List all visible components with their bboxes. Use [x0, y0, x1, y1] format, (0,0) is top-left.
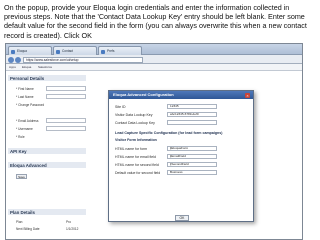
bookmark-item[interactable]: Apps: [9, 65, 16, 70]
tab-favicon-icon: [11, 49, 15, 54]
personal-details-heading: Personal Details: [10, 76, 45, 81]
plan-row-value: 1/1/2012: [66, 227, 79, 231]
address-bar: https://www.salesforce.com/ui/setup: [6, 55, 302, 64]
username-field[interactable]: [46, 126, 86, 131]
tab-label: Contact: [62, 49, 73, 53]
tab-favicon-icon: [101, 49, 105, 54]
form-name-input[interactable]: ljEloquaForm: [167, 146, 217, 151]
browser-tab-3[interactable]: Prefs: [98, 46, 142, 55]
plan-row-label: Plan: [16, 220, 23, 224]
first-name-field[interactable]: [46, 86, 86, 91]
visitor-info-heading: Visitor Form Information: [115, 138, 157, 142]
tab-label: Prefs: [107, 49, 115, 53]
api-key-heading: API Key: [10, 149, 27, 154]
url-input[interactable]: https://www.salesforce.com/ui/setup: [23, 56, 143, 63]
plan-row-label: Next Billing Date: [16, 227, 40, 231]
field-label: * Role: [16, 135, 25, 139]
email-field-name-label: HTML name for email field: [115, 155, 156, 159]
plan-row: Plan Pro: [16, 220, 71, 224]
visitor-key-input[interactable]: abc12345-6789-def0: [167, 112, 217, 117]
save-button[interactable]: Save: [16, 174, 27, 179]
field-label: * Last Name: [16, 95, 34, 99]
site-id-input[interactable]: 12345: [167, 104, 217, 109]
screenshot-frame: Eloqua Contact Prefs https://www.salesfo…: [5, 43, 303, 240]
bookmark-item[interactable]: Eloqua: [22, 65, 31, 70]
lead-capture-heading: Lead Capture Specific Configuration (for…: [115, 131, 223, 135]
form-name-label: HTML name for form: [115, 147, 148, 151]
second-field-name-input[interactable]: ljSecondField: [167, 162, 217, 167]
dialog-title: Eloqua Advanced Configuration: [113, 92, 174, 97]
tab-favicon-icon: [56, 49, 60, 54]
field-label: * Email Address: [16, 119, 39, 123]
email-field[interactable]: [46, 118, 86, 123]
default-second-value-label: Default value for second field: [115, 171, 161, 175]
default-second-value-input[interactable]: Business: [167, 170, 217, 175]
close-icon[interactable]: ×: [245, 92, 250, 98]
instructions-text: On the popup, provide your Eloqua login …: [4, 3, 307, 40]
back-icon[interactable]: [8, 56, 14, 63]
field-label: * Username: [16, 127, 33, 131]
last-name-field[interactable]: [46, 94, 86, 99]
second-field-name-label: HTML name for second field: [115, 163, 159, 167]
site-id-label: Site ID: [115, 105, 126, 109]
plan-row: Next Billing Date 1/1/2012: [16, 227, 78, 231]
field-label: * Change Password: [16, 103, 45, 107]
bookmarks-bar: Apps Eloqua Salesforce: [6, 64, 302, 71]
eloqua-advanced-heading: Eloqua Advanced: [10, 163, 47, 168]
email-field-name-input[interactable]: ljEmailField: [167, 154, 217, 159]
browser-tab-bar: Eloqua Contact Prefs: [6, 44, 302, 55]
visitor-key-label: Visitor Data Lookup Key: [115, 113, 153, 117]
contact-key-input[interactable]: [167, 120, 217, 125]
browser-tab-2[interactable]: Contact: [53, 46, 97, 55]
eloqua-config-dialog: Eloqua Advanced Configuration × Site ID …: [108, 90, 254, 222]
browser-tab-1[interactable]: Eloqua: [8, 46, 52, 55]
forward-icon[interactable]: [15, 56, 21, 63]
contact-key-label: Contact Data Lookup Key: [115, 121, 155, 125]
ok-button[interactable]: OK: [175, 215, 189, 221]
field-label: * First Name: [16, 87, 34, 91]
plan-details-heading: Plan Details: [10, 210, 35, 215]
dialog-header: Eloqua Advanced Configuration ×: [109, 91, 253, 99]
tab-label: Eloqua: [17, 49, 27, 53]
plan-row-value: Pro: [66, 220, 71, 224]
bookmark-item[interactable]: Salesforce: [38, 65, 52, 70]
